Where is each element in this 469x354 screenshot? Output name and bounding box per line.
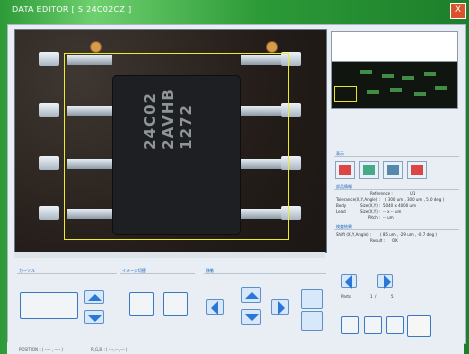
zoom-section-divider (334, 156, 459, 157)
tolerance-value: ( 300 um , 300 um , 5.0 deg ) (385, 197, 445, 202)
return-button[interactable] (407, 315, 431, 337)
parts-total: 5 (391, 294, 394, 299)
solder-pad-left-4 (39, 206, 59, 220)
zoom-in-button[interactable] (301, 289, 323, 309)
zoom-mode-button-1[interactable] (335, 161, 355, 179)
inspection-roi-box[interactable] (64, 53, 289, 240)
body-size-value: 5040 x 4000 um (383, 203, 416, 208)
close-button[interactable]: X (450, 3, 466, 19)
right-arrow-icon (278, 301, 285, 315)
info-section-divider (334, 189, 459, 190)
lead-size-value: -- x -- um (383, 209, 402, 214)
previous-part-button[interactable] (341, 274, 357, 289)
pitch-value: -- um (383, 215, 394, 220)
left-arrow-icon (345, 275, 352, 289)
zoom-mode-button-4[interactable] (407, 161, 427, 179)
home-button[interactable] (341, 316, 359, 334)
result-label: Result : (370, 238, 385, 243)
thumb-component (367, 90, 379, 94)
body-size-label: Size(X,Y) : (360, 203, 381, 208)
application-window: DATA EDITOR [ S 24C02CZ ] X 24C02 2AVHB … (0, 0, 469, 354)
solder-pad-left-3 (39, 156, 59, 170)
thumb-component (435, 86, 447, 90)
thumb-component (382, 74, 394, 78)
overview-selection-box (334, 86, 357, 102)
reference-label: Reference : (370, 191, 393, 196)
save-button[interactable] (386, 316, 404, 334)
zoom-out-button[interactable] (301, 311, 323, 331)
down-arrow-icon (245, 314, 259, 321)
up-arrow-icon (245, 292, 259, 299)
zoom-mode-button-2[interactable] (359, 161, 379, 179)
thumb-component (360, 70, 372, 74)
zoom-mode-button-3[interactable] (383, 161, 403, 179)
parts-label: Parts (341, 294, 351, 299)
lead-label: Lead (336, 209, 346, 214)
titlebar: DATA EDITOR [ S 24C02CZ ] X (0, 0, 469, 22)
tolerance-label: Tolerance(X,Y,Angle) : (336, 197, 380, 202)
thumb-component (414, 92, 426, 96)
image-horizontal-scrollbar[interactable] (14, 252, 325, 258)
via-hole-top-right (266, 41, 278, 53)
body-label: Body (336, 203, 347, 208)
thumb-component (402, 76, 414, 80)
move-section-divider (204, 273, 326, 274)
up-arrow-icon (88, 294, 102, 301)
image-color-button[interactable] (129, 292, 154, 316)
rgb-status: R,G,B : ( ---,---,--- ) (91, 347, 128, 352)
left-arrow-icon (211, 301, 218, 315)
shift-value: ( 85 um , -29 um , -0.7 deg ) (380, 232, 437, 237)
solder-pad-left-2 (39, 103, 59, 117)
window-title: DATA EDITOR [ S 24C02CZ ] (12, 5, 132, 14)
image-gray-button[interactable] (163, 292, 188, 316)
cursor-section-divider (17, 273, 117, 274)
shift-label: Shift (X,Y,Angle) : (336, 232, 372, 237)
result-section-divider (334, 229, 459, 230)
pitch-label: Pitch : (368, 215, 381, 220)
move-right-button[interactable] (271, 299, 289, 315)
parts-separator: / (375, 294, 377, 299)
move-left-button[interactable] (206, 299, 224, 315)
move-down-button[interactable] (241, 309, 261, 325)
inspection-image-view[interactable]: 24C02 2AVHB 1272 (14, 29, 327, 253)
cursor-up-button[interactable] (84, 290, 104, 304)
next-part-button[interactable] (377, 274, 393, 289)
move-up-button[interactable] (241, 287, 261, 303)
solder-pad-left-1 (39, 52, 59, 66)
parts-current: 1 (370, 294, 373, 299)
thumb-component (390, 88, 402, 92)
copy-button[interactable] (364, 316, 382, 334)
status-bar: POSITION : ( ---- , ---- ) R,G,B : ( ---… (7, 342, 464, 354)
via-hole-top-left (90, 41, 102, 53)
thumb-component (424, 72, 436, 76)
position-status: POSITION : ( ---- , ---- ) (19, 347, 63, 352)
component-orientation-selector[interactable] (20, 292, 78, 319)
down-arrow-icon (88, 315, 102, 322)
result-value: OK (392, 238, 398, 243)
image-switch-divider (120, 273, 195, 274)
cursor-down-button[interactable] (84, 310, 104, 324)
lead-size-label: Size(X,Y) : (360, 209, 381, 214)
overview-thumbnail-strip[interactable] (331, 61, 458, 109)
reference-value: U1 (410, 191, 416, 196)
right-arrow-icon (384, 275, 391, 289)
